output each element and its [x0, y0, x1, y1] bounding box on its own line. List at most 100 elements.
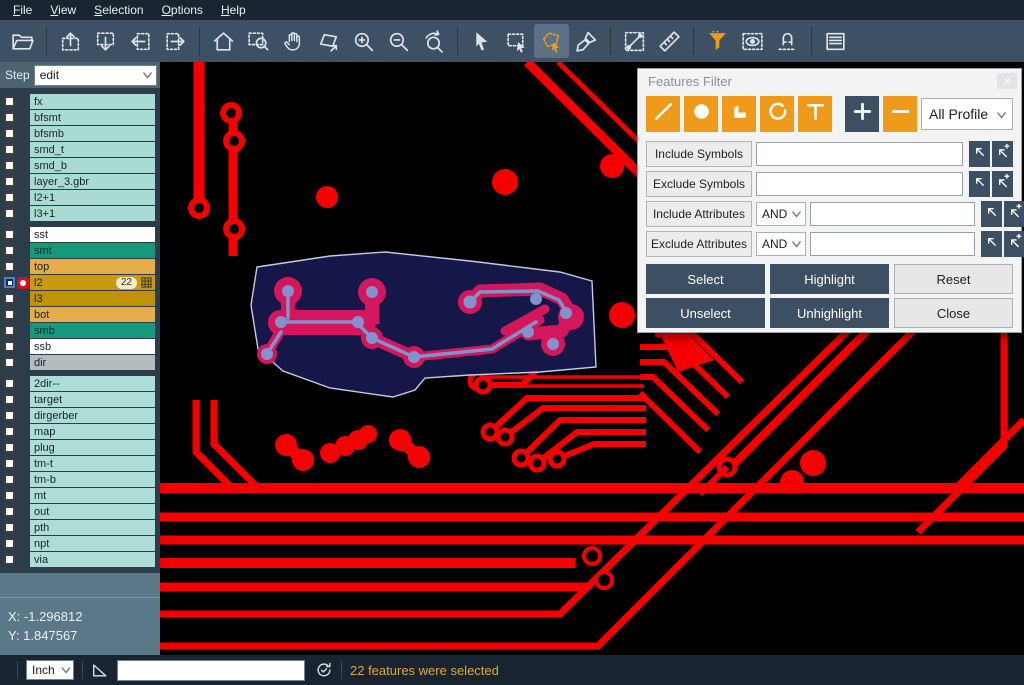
command-input[interactable] [117, 660, 305, 681]
polygon-pan-button[interactable] [311, 24, 346, 58]
layer-name-bar[interactable]: top [30, 259, 155, 274]
layer-visibility-checkbox[interactable] [4, 522, 15, 533]
layer-name-bar[interactable]: smd_t [30, 142, 155, 157]
include-attributes-button[interactable]: Include Attributes [646, 201, 752, 227]
snap-magnet-button[interactable] [770, 24, 805, 58]
layer-name-bar[interactable]: npt [30, 536, 155, 551]
exclude-symbols-button[interactable]: Exclude Symbols [646, 171, 752, 197]
layer-name-bar[interactable]: dir [30, 355, 155, 370]
polygon-select-button[interactable] [534, 24, 569, 58]
arc-feature-button[interactable] [760, 96, 794, 132]
exclude-symbols-input[interactable] [756, 172, 963, 196]
layer-visibility-checkbox[interactable] [4, 128, 15, 139]
dialog-titlebar[interactable]: Features Filter [638, 69, 1021, 93]
layer-row-npt[interactable]: npt [0, 536, 160, 551]
layer-row-l3+1[interactable]: l3+1 [0, 206, 160, 221]
layer-row-mt[interactable]: mt [0, 488, 160, 503]
profile-select[interactable]: All Profile [921, 98, 1013, 130]
layer-row-smd_t[interactable]: smd_t [0, 142, 160, 157]
layer-row-out[interactable]: out [0, 504, 160, 519]
select-button[interactable]: Select [646, 264, 765, 294]
layer-row-layer_3.gbr[interactable]: layer_3.gbr [0, 174, 160, 189]
highlight-button[interactable]: Highlight [770, 264, 889, 294]
units-select[interactable]: Inch [26, 660, 74, 680]
menu-view[interactable]: View [41, 1, 85, 19]
layer-row-2dir--[interactable]: 2dir-- [0, 376, 160, 391]
shift-view-down-button[interactable] [88, 24, 123, 58]
layer-visibility-checkbox[interactable] [4, 144, 15, 155]
exclude-minus-button[interactable] [883, 96, 917, 132]
layer-name-bar[interactable]: tm-t [30, 456, 155, 471]
unhighlight-button[interactable]: Unhighlight [770, 298, 889, 328]
layer-visibility-checkbox[interactable] [4, 378, 15, 389]
view-eye-button[interactable] [735, 24, 770, 58]
layer-name-bar[interactable]: l222 [30, 275, 155, 290]
layer-name-bar[interactable]: l3+1 [30, 206, 155, 221]
layer-row-smd_b[interactable]: smd_b [0, 158, 160, 173]
include-attributes-input[interactable] [810, 202, 975, 226]
include-plus-button[interactable] [845, 96, 879, 132]
layer-visibility-checkbox[interactable] [4, 112, 15, 123]
layer-visibility-checkbox[interactable] [4, 554, 15, 565]
layer-visibility-checkbox[interactable] [4, 192, 15, 203]
layer-row-ssb[interactable]: ssb [0, 339, 160, 354]
layer-visibility-checkbox[interactable] [4, 426, 15, 437]
shift-view-up-button[interactable] [53, 24, 88, 58]
layer-name-bar[interactable]: bfsmt [30, 110, 155, 125]
pad-feature-button[interactable] [684, 96, 718, 132]
exclude-attributes-pick-arrow-button[interactable] [981, 231, 1002, 257]
layer-name-bar[interactable]: smt [30, 243, 155, 258]
layer-visibility-checkbox[interactable] [4, 506, 15, 517]
close-icon[interactable]: ✕ [997, 73, 1017, 89]
layer-row-l2[interactable]: l222 [0, 275, 160, 290]
include-attributes-operator-select[interactable]: AND [756, 202, 806, 226]
layer-name-bar[interactable]: map [30, 424, 155, 439]
exclude-attributes-operator-select[interactable]: AND [756, 232, 806, 256]
reset-button[interactable]: Reset [894, 264, 1013, 294]
layer-name-bar[interactable]: smd_b [30, 158, 155, 173]
layer-row-pth[interactable]: pth [0, 520, 160, 535]
unselect-button[interactable]: Unselect [646, 298, 765, 328]
exclude-attributes-input[interactable] [810, 232, 975, 256]
layer-visibility-checkbox[interactable] [4, 474, 15, 485]
include-attributes-pick-add-arrow-button[interactable] [1004, 201, 1024, 227]
menu-file[interactable]: File [4, 1, 41, 19]
zoom-in-button[interactable] [346, 24, 381, 58]
layer-visibility-checkbox[interactable] [4, 538, 15, 549]
layer-visibility-checkbox[interactable] [4, 410, 15, 421]
forms-panel-button[interactable] [818, 24, 853, 58]
layer-visibility-checkbox[interactable] [4, 325, 15, 336]
line-feature-button[interactable] [646, 96, 680, 132]
layer-visibility-checkbox[interactable] [4, 160, 15, 171]
include-symbols-pick-arrow-button[interactable] [969, 141, 990, 167]
layer-visibility-checkbox[interactable] [4, 458, 15, 469]
layer-row-bot[interactable]: bot [0, 307, 160, 322]
layer-visibility-checkbox[interactable] [4, 245, 15, 256]
text-feature-button[interactable] [798, 96, 832, 132]
layer-visibility-checkbox[interactable] [4, 96, 15, 107]
layer-name-bar[interactable]: dirgerber [30, 408, 155, 423]
layer-name-bar[interactable]: sst [30, 227, 155, 242]
layer-row-fx[interactable]: fx [0, 94, 160, 109]
layer-name-bar[interactable]: fx [30, 94, 155, 109]
hand-pan-button[interactable] [276, 24, 311, 58]
layer-row-top[interactable]: top [0, 259, 160, 274]
layer-row-dirgerber[interactable]: dirgerber [0, 408, 160, 423]
layer-visibility-checkbox[interactable] [4, 261, 15, 272]
surface-feature-button[interactable] [722, 96, 756, 132]
zoom-area-button[interactable] [241, 24, 276, 58]
layer-name-bar[interactable]: out [30, 504, 155, 519]
folder-open-button[interactable] [5, 24, 40, 58]
layer-visibility-checkbox[interactable] [4, 277, 15, 288]
layer-name-bar[interactable]: target [30, 392, 155, 407]
exclude-attributes-button[interactable]: Exclude Attributes [646, 231, 752, 257]
step-select[interactable]: edit [34, 65, 157, 86]
layer-row-target[interactable]: target [0, 392, 160, 407]
layer-visibility-checkbox[interactable] [4, 442, 15, 453]
exclude-attributes-pick-add-arrow-button[interactable] [1004, 231, 1024, 257]
layer-name-bar[interactable]: bot [30, 307, 155, 322]
include-symbols-button[interactable]: Include Symbols [646, 141, 752, 167]
layer-row-tm-t[interactable]: tm-t [0, 456, 160, 471]
layer-name-bar[interactable]: via [30, 552, 155, 567]
layer-visibility-checkbox[interactable] [4, 341, 15, 352]
